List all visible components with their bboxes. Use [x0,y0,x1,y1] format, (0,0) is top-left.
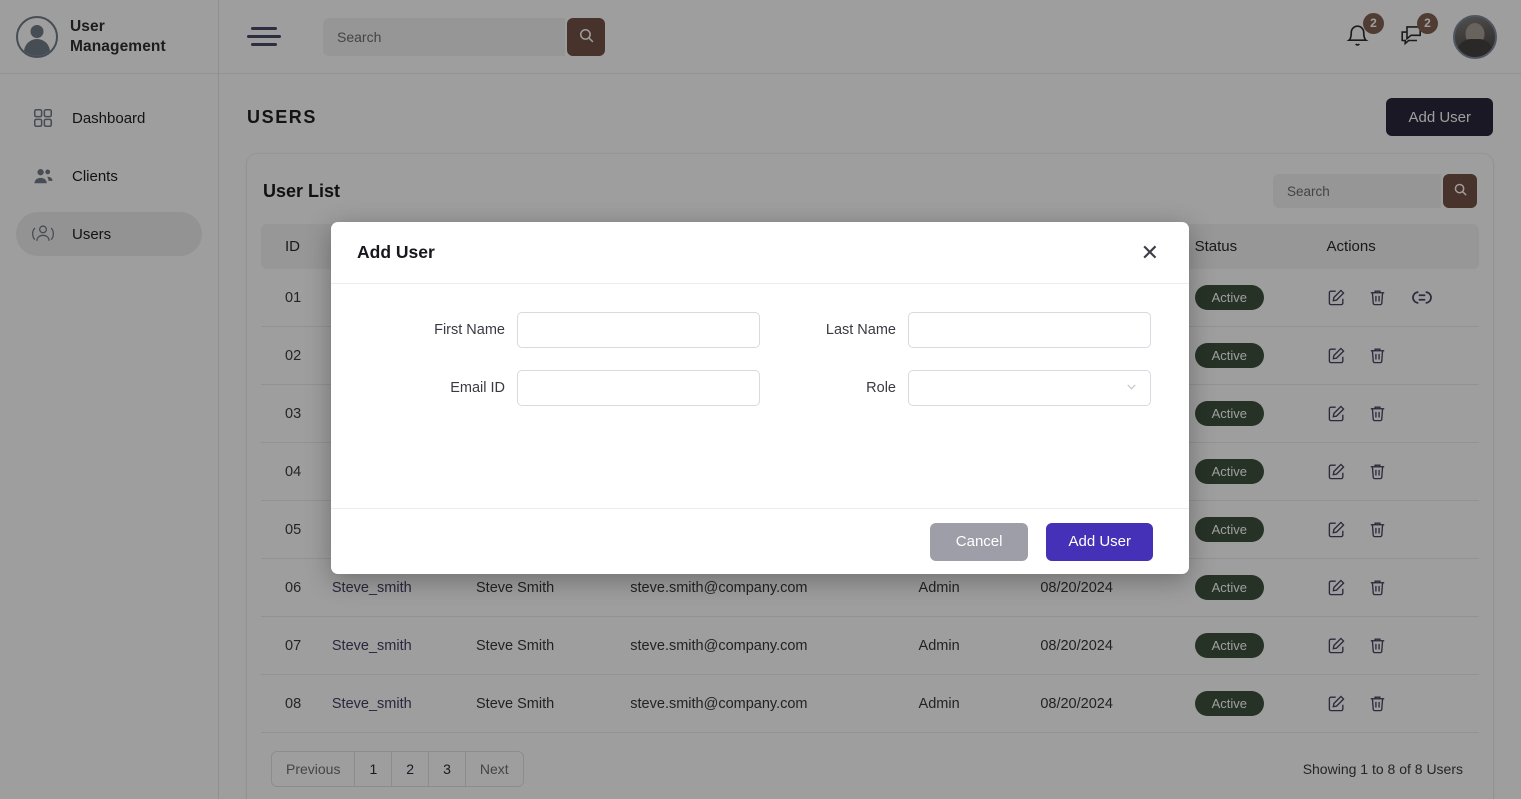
modal-body: First Name Last Name Email ID Role [331,284,1189,508]
modal-header: Add User ✕ [331,222,1189,284]
last-name-field: Last Name [760,312,1151,348]
modal-title: Add User [357,242,435,262]
modal-add-user-button[interactable]: Add User [1046,522,1153,561]
first-name-label: First Name [434,322,505,338]
role-label: Role [866,380,896,396]
add-user-modal: Add User ✕ First Name Last Name Email ID [331,222,1189,574]
role-field: Role [760,370,1151,406]
email-label: Email ID [450,380,505,396]
first-name-field: First Name [369,312,760,348]
last-name-label: Last Name [825,322,896,338]
cancel-button[interactable]: Cancel [929,522,1029,561]
first-name-input[interactable] [517,312,760,348]
chevron-down-icon [1124,379,1139,397]
close-icon[interactable]: ✕ [1135,238,1165,268]
app-root: User Management Dashboard Clients Users … [0,0,1521,799]
email-input[interactable] [517,370,760,406]
form-row-2: Email ID Role [369,370,1151,406]
modal-footer: Cancel Add User [331,508,1189,574]
email-field: Email ID [369,370,760,406]
last-name-input[interactable] [908,312,1151,348]
role-select[interactable] [908,370,1151,406]
form-row-1: First Name Last Name [369,312,1151,348]
